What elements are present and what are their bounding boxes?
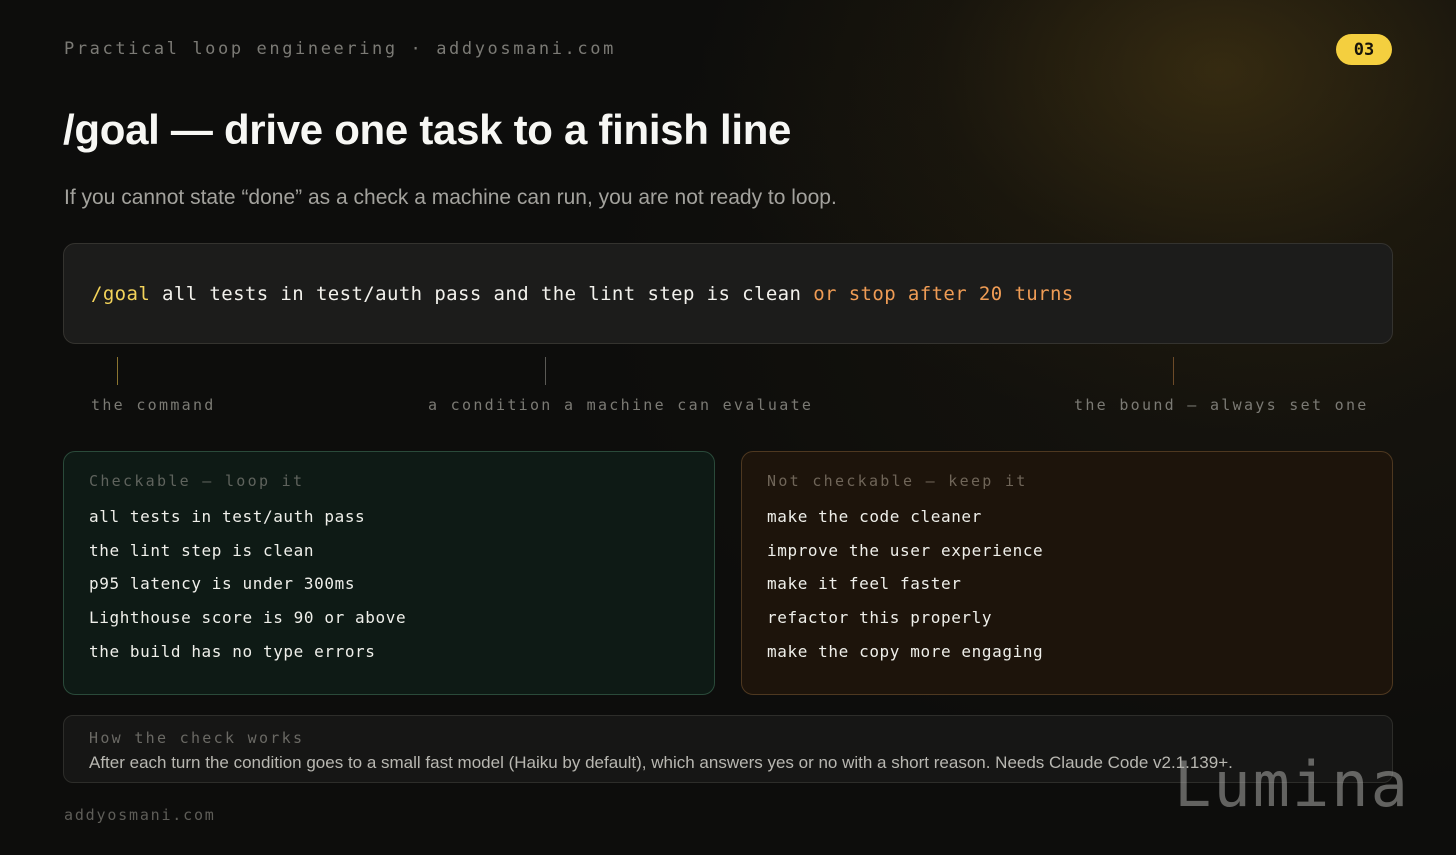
list-item: make the code cleaner bbox=[767, 507, 982, 526]
list-item: Lighthouse score is 90 or above bbox=[89, 608, 407, 628]
list-item: the build has no type errors bbox=[89, 641, 376, 661]
list-item: refactor this properly bbox=[767, 608, 993, 628]
list-item: all tests in test/auth pass bbox=[89, 507, 366, 526]
list-item: the lint step is clean bbox=[89, 540, 315, 560]
not-checkable-list: make the code cleaner improve the user e… bbox=[767, 507, 1392, 675]
command-bound: or stop after 20 turns bbox=[813, 282, 1074, 305]
how-check-works-box: How the check works After each turn the … bbox=[63, 715, 1393, 783]
annotation-condition: a condition a machine can evaluate bbox=[428, 396, 814, 414]
checkable-card: Checkable — loop it all tests in test/au… bbox=[63, 451, 715, 695]
command-slash-goal: /goal bbox=[91, 282, 151, 305]
page-title: /goal — drive one task to a finish line bbox=[63, 106, 792, 153]
list-item: improve the user experience bbox=[767, 540, 1044, 560]
how-check-works-body: After each turn the condition goes to a … bbox=[89, 753, 1233, 772]
page-subtitle: If you cannot state “done” as a check a … bbox=[64, 186, 837, 209]
command-condition: all tests in test/auth pass and the lint… bbox=[150, 282, 814, 305]
annotation-bound: the bound — always set one bbox=[1074, 396, 1369, 414]
annotation-tick-command bbox=[117, 357, 118, 385]
not-checkable-heading: Not checkable — keep it bbox=[767, 472, 1028, 490]
annotation-tick-bound bbox=[1173, 357, 1174, 385]
how-check-works-heading: How the check works bbox=[89, 729, 305, 747]
command-example-box: /goal all tests in test/auth pass and th… bbox=[63, 243, 1393, 344]
footer-site: addyosmani.com bbox=[64, 806, 216, 824]
checkable-list: all tests in test/auth pass the lint ste… bbox=[89, 507, 714, 675]
list-item: make the copy more engaging bbox=[767, 641, 1044, 661]
list-item: make it feel faster bbox=[767, 574, 962, 594]
checkable-heading: Checkable — loop it bbox=[89, 472, 305, 490]
slide-kicker: Practical loop engineering · addyosmani.… bbox=[64, 39, 616, 59]
slide-number-badge: 03 bbox=[1336, 34, 1392, 65]
annotation-command: the command bbox=[91, 396, 216, 414]
annotation-tick-condition bbox=[545, 357, 546, 385]
not-checkable-card: Not checkable — keep it make the code cl… bbox=[741, 451, 1393, 695]
command-line: /goal all tests in test/auth pass and th… bbox=[91, 283, 1074, 305]
list-item: p95 latency is under 300ms bbox=[89, 574, 356, 594]
